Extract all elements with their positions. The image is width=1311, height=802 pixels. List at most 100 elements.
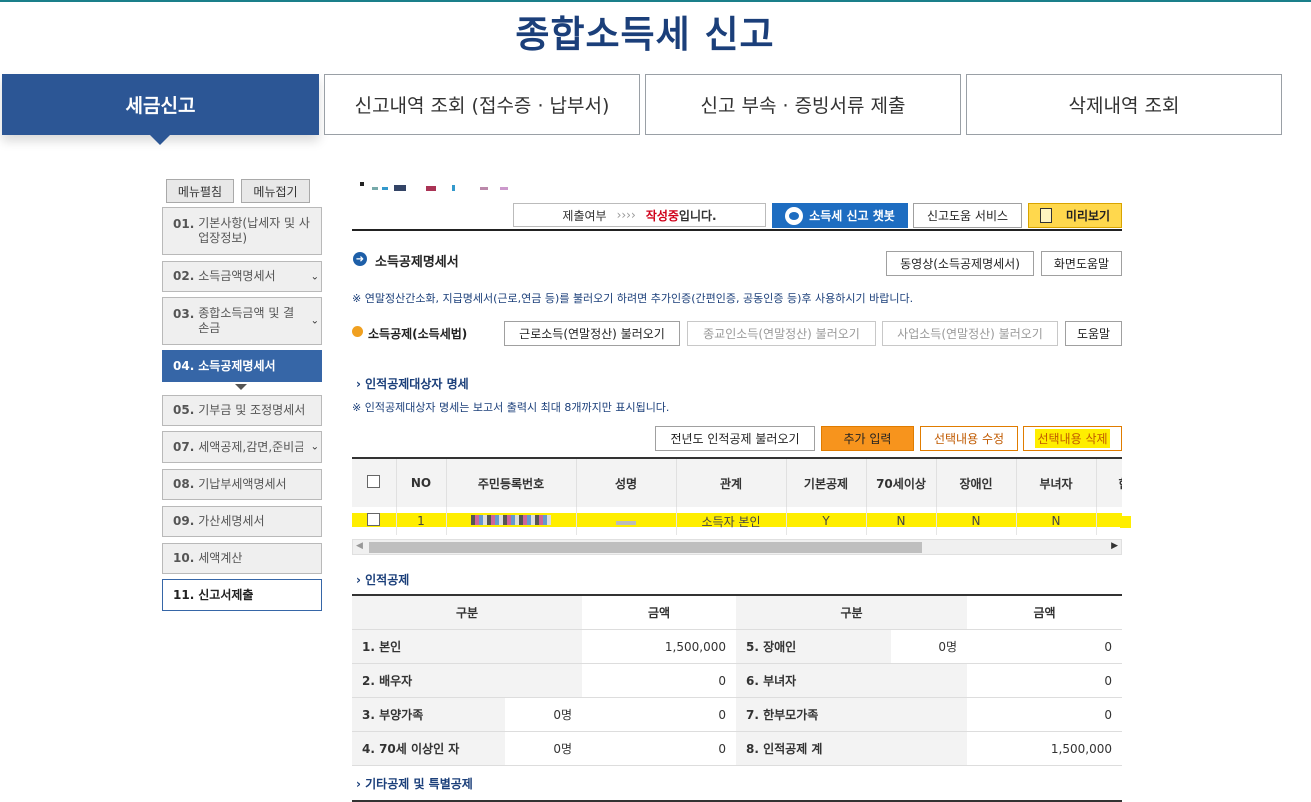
personal-title: › 인적공제 [356, 573, 410, 587]
chevron-down-icon[interactable]: ⌄ [311, 314, 319, 329]
status-value-wrap: 작성중입니다. [646, 207, 717, 224]
menu-collapse-button[interactable]: 메뉴접기 [241, 179, 310, 203]
menu-num: 11. [173, 587, 195, 602]
chevron-down-icon[interactable]: ⌄ [311, 440, 319, 455]
cell-disabled: N [936, 507, 1017, 535]
row-amount: 0 [582, 663, 736, 698]
col-header: 금액 [967, 595, 1122, 630]
load-prev-year-button[interactable]: 전년도 인적공제 불러오기 [655, 426, 815, 451]
dependents-table-wrap: NO 주민등록번호 성명 관계 기본공제 70세이상 장애인 부녀자 한 1 소… [352, 457, 1122, 539]
cell-no: 1 [396, 507, 447, 535]
row-label: 7. 한부모가족 [736, 697, 967, 732]
sidebar-item-submit[interactable]: 11. 신고서제출 [162, 579, 322, 611]
load-religious-income-button[interactable]: 종교인소득(연말정산) 불러오기 [687, 321, 876, 346]
col-header: 금액 [582, 595, 736, 630]
menu-label: 가산세명세서 [198, 514, 265, 528]
sidebar-item-tax-calc[interactable]: 10. 세액계산 [162, 543, 322, 574]
delete-selected-label: 선택내용 삭제 [1035, 429, 1110, 448]
row-label: 8. 인적공제 계 [736, 731, 967, 766]
menu-num: 05. [173, 403, 195, 417]
cell-resident-id-redacted [446, 507, 577, 535]
dependents-table: NO 주민등록번호 성명 관계 기본공제 70세이상 장애인 부녀자 한 1 소… [352, 459, 1122, 535]
col-header: 주민등록번호 [446, 459, 577, 507]
load-business-income-button[interactable]: 사업소득(연말정산) 불러오기 [882, 321, 1058, 346]
submission-status: 제출여부 ›››› 작성중입니다. [513, 203, 766, 227]
auth-notice: ※ 연말정산간소화, 지급명세서(근로,연금 등)를 불러오기 하려면 추가인증… [352, 292, 914, 305]
row-label: 3. 부양가족 [352, 697, 505, 732]
col-header: 한 [1096, 459, 1122, 507]
top-accent-line [0, 0, 1311, 2]
sidebar-item-tax-credit[interactable]: 07. 세액공제,감면,준비금 ⌄ [162, 431, 322, 463]
help-service-button[interactable]: 신고도움 서비스 [913, 203, 1022, 228]
tab-attachments[interactable]: 신고 부속 · 증빙서류 제출 [645, 74, 961, 135]
edit-selected-button[interactable]: 선택내용 수정 [920, 426, 1018, 451]
highlight-overflow [1120, 516, 1131, 528]
status-suffix: 입니다. [678, 208, 717, 223]
document-icon [1039, 208, 1052, 223]
horizontal-scrollbar[interactable]: ◀ ▶ [352, 539, 1122, 555]
menu-expand-button[interactable]: 메뉴펼침 [166, 179, 234, 203]
scrollbar-thumb[interactable] [369, 542, 922, 553]
row-select-cell[interactable] [352, 507, 397, 535]
status-label: 제출여부 [562, 208, 607, 223]
col-header: 성명 [576, 459, 677, 507]
sidebar-item-income-amount[interactable]: 02. 소득금액명세서 ⌄ [162, 261, 322, 292]
delete-selected-button[interactable]: 선택내용 삭제 [1023, 426, 1122, 451]
page-title: 종합소득세 신고 [515, 13, 775, 56]
row-label: 6. 부녀자 [736, 663, 967, 698]
col-header: 구분 [352, 595, 582, 630]
menu-label: 기부금 및 조정명세서 [198, 403, 306, 417]
sidebar-item-additional-tax[interactable]: 09. 가산세명세서 [162, 506, 322, 537]
scroll-right-icon[interactable]: ▶ [1111, 541, 1118, 551]
personal-row: 2. 배우자 0 6. 부녀자 0 [352, 663, 1122, 698]
row-checkbox[interactable] [367, 513, 381, 526]
dependents-note: ※ 인적공제대상자 명세는 보고서 출력시 최대 8개까지만 표시됩니다. [352, 401, 670, 414]
cell-woman: N [1016, 507, 1097, 535]
menu-label: 기본사항(납세자 및 사업장정보) [198, 216, 310, 245]
scroll-left-icon[interactable]: ◀ [356, 541, 363, 551]
sidebar-item-basic-info[interactable]: 01. 기본사항(납세자 및 사업장정보) [162, 207, 322, 255]
sidebar-item-donation[interactable]: 05. 기부금 및 조정명세서 [162, 395, 322, 426]
table-header-row: NO 주민등록번호 성명 관계 기본공제 70세이상 장애인 부녀자 한 [352, 459, 1122, 507]
row-amount: 0 [967, 697, 1122, 732]
personal-header-row: 구분 금액 구분 금액 [352, 595, 1122, 630]
row-label: 2. 배우자 [352, 663, 582, 698]
help-button[interactable]: 도움말 [1065, 321, 1122, 346]
personal-title-text: 인적공제 [365, 573, 410, 587]
preview-label: 미리보기 [1065, 209, 1111, 223]
bullet-circle-icon [352, 326, 363, 337]
select-all-checkbox[interactable] [367, 475, 381, 488]
menu-num: 03. [173, 307, 195, 321]
tab-tax-report[interactable]: 세금신고 [2, 74, 319, 135]
table-row[interactable]: 1 소득자 본인 Y N N N [352, 507, 1122, 535]
menu-num: 07. [173, 439, 195, 454]
menu-label: 세액계산 [198, 551, 243, 565]
row-label: 5. 장애인 [736, 629, 891, 664]
sidebar-item-total-income[interactable]: 03. 종합소득금액 및 결손금 ⌄ [162, 297, 322, 345]
col-header: 구분 [736, 595, 967, 630]
row-count: 0명 [891, 629, 967, 664]
menu-num: 09. [173, 514, 195, 528]
col-header: 장애인 [936, 459, 1017, 507]
redacted-user-info [360, 182, 510, 192]
chatbot-button[interactable]: 소득세 신고 챗봇 [772, 203, 908, 228]
menu-num: 08. [173, 477, 195, 491]
personal-row: 1. 본인 1,500,000 5. 장애인 0명 0 [352, 629, 1122, 664]
other-deduction-title-text: 기타공제 및 특별공제 [365, 777, 473, 791]
active-menu-pointer [235, 384, 247, 390]
tab-report-history[interactable]: 신고내역 조회 (접수증 · 납부서) [324, 74, 640, 135]
add-entry-button[interactable]: 추가 입력 [821, 426, 914, 451]
screen-help-button[interactable]: 화면도움말 [1041, 251, 1122, 276]
load-earned-income-button[interactable]: 근로소득(연말정산) 불러오기 [504, 321, 680, 346]
chevron-down-icon[interactable]: ⌄ [311, 269, 319, 284]
sidebar-item-deduction[interactable]: 04. 소득공제명세서 [162, 350, 322, 382]
menu-label: 신고서제출 [198, 587, 254, 602]
tab-deleted-history[interactable]: 삭제내역 조회 [966, 74, 1282, 135]
menu-label: 종합소득금액 및 결손금 [198, 306, 295, 335]
select-all-cell[interactable] [352, 459, 397, 507]
row-amount: 0 [582, 697, 736, 732]
sidebar-item-prepaid-tax[interactable]: 08. 기납부세액명세서 [162, 469, 322, 500]
video-button[interactable]: 동영상(소득공제명세서) [886, 251, 1034, 276]
preview-button[interactable]: 미리보기 [1028, 203, 1122, 228]
col-header: NO [396, 459, 447, 507]
